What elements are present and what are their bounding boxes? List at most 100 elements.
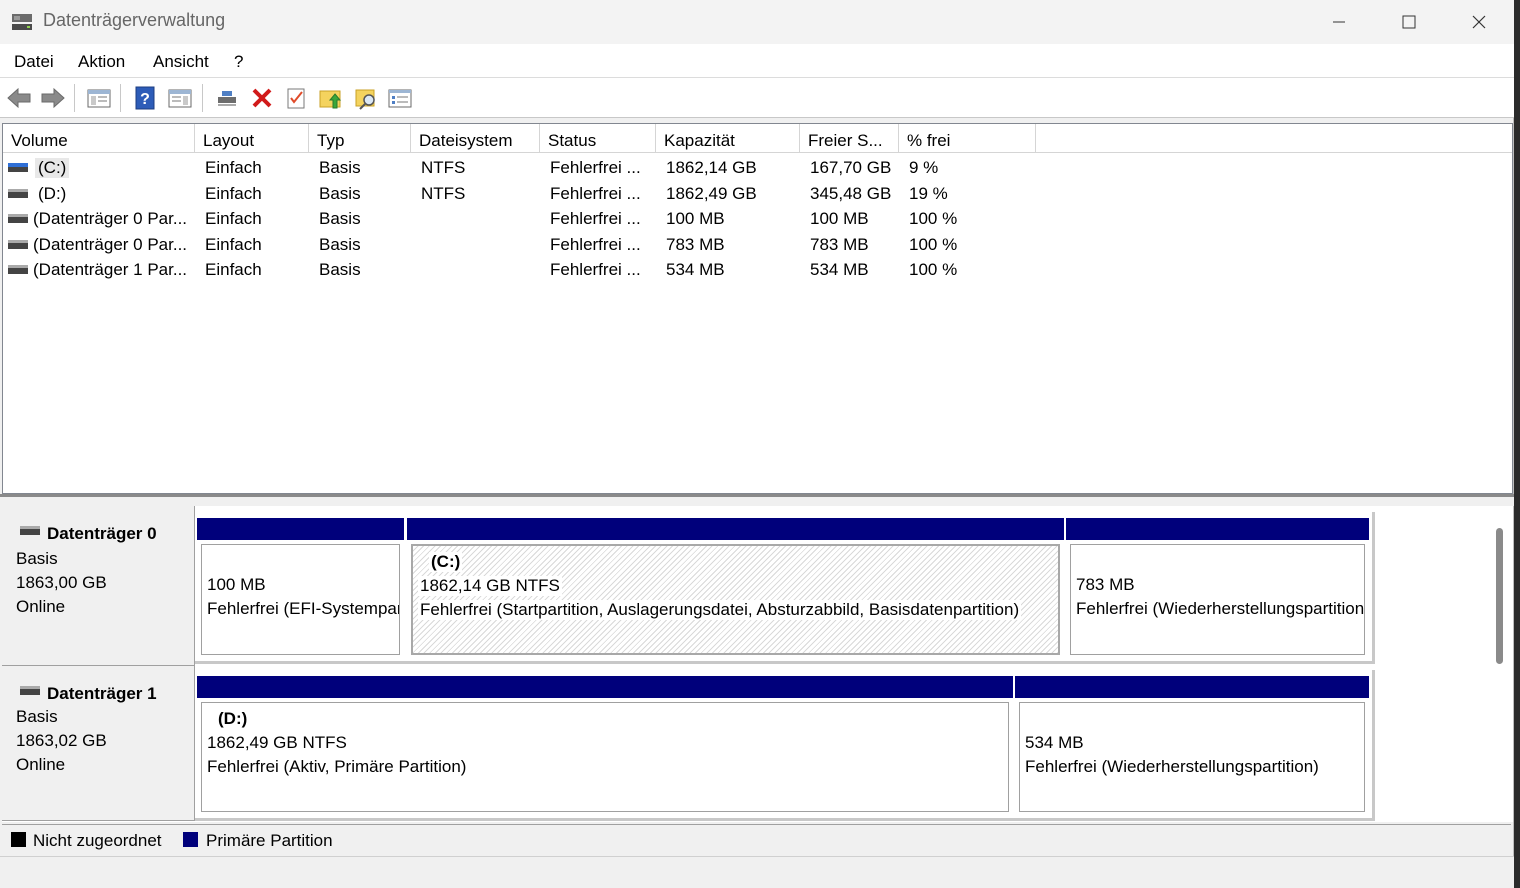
delete-button[interactable] (247, 83, 277, 113)
table-row[interactable]: (D:) Einfach Basis NTFS Fehlerfrei ... 1… (3, 181, 1512, 207)
list-view-button[interactable] (385, 83, 415, 113)
close-button[interactable] (1444, 0, 1514, 44)
cell-layout: Einfach (205, 234, 262, 254)
column-header-kapazitaet[interactable]: Kapazität (656, 124, 800, 153)
table-row[interactable]: (Datenträger 0 Par... Einfach Basis Fehl… (3, 206, 1512, 232)
partition-efi[interactable]: 100 MB Fehlerfrei (EFI-Systempartition) (197, 518, 404, 659)
minimize-button[interactable] (1304, 0, 1374, 44)
show-hide-tree-button[interactable] (84, 83, 114, 113)
table-row[interactable]: (Datenträger 0 Par... Einfach Basis Fehl… (3, 232, 1512, 258)
table-row[interactable]: (C:) Einfach Basis NTFS Fehlerfrei ... 1… (3, 155, 1512, 181)
vertical-scrollbar-thumb[interactable] (1496, 528, 1503, 664)
cell-volume: (C:) (35, 158, 70, 178)
cell-dateisystem: NTFS (421, 158, 466, 177)
partition-size: 1862,14 GB NTFS (418, 576, 562, 596)
toolbar-separator (202, 84, 203, 112)
cell-freier-speicher: 783 MB (810, 234, 869, 254)
drive-icon (8, 188, 28, 198)
svg-text:?: ? (140, 91, 150, 108)
menu-datei[interactable]: Datei (14, 52, 54, 72)
partition-size: 783 MB (1076, 575, 1135, 594)
disk-state: Online (16, 597, 66, 616)
cell-dateisystem: NTFS (421, 183, 466, 203)
partition-recovery-1[interactable]: 534 MB Fehlerfrei (Wiederherstellungspar… (1015, 676, 1369, 816)
drive-icon (8, 265, 28, 274)
show-hide-tree-icon (87, 89, 111, 108)
partition-status: Fehlerfrei (Aktiv, Primäre Partition) (207, 757, 467, 776)
cell-prozent-frei: 100 % (909, 260, 958, 279)
cell-status: Fehlerfrei ... (550, 260, 641, 279)
cell-layout: Einfach (205, 209, 262, 228)
column-header-freier-speicher[interactable]: Freier S... (800, 124, 899, 153)
checklist-icon (287, 88, 305, 109)
primary-partition-bar (197, 676, 1013, 698)
close-icon (1472, 15, 1486, 29)
disk-size: 1863,02 GB (16, 731, 107, 750)
forward-button[interactable] (38, 83, 68, 113)
cell-volume: (Datenträger 0 Par... (33, 209, 188, 228)
toolbar-separator (74, 84, 75, 112)
disk-type: Basis (16, 549, 58, 568)
cell-kapazitaet: 1862,14 GB (666, 158, 757, 177)
menu-help[interactable]: ? (234, 52, 243, 72)
partition-c[interactable]: (C:) 1862,14 GB NTFS Fehlerfrei (Startpa… (407, 518, 1064, 659)
partition-body: 100 MB Fehlerfrei (EFI-Systempartition) (201, 544, 400, 655)
column-header-volume[interactable]: Volume (3, 124, 195, 153)
help-icon: ? (135, 86, 155, 110)
primary-partition-bar (1015, 676, 1369, 698)
partition-size: 100 MB (207, 575, 266, 594)
menu-aktion[interactable]: Aktion (78, 52, 125, 72)
menu-ansicht[interactable]: Ansicht (153, 52, 209, 72)
disk-1-label[interactable]: Datenträger 1 Basis 1863,02 GB Online (2, 666, 195, 821)
disk-icon (20, 686, 40, 695)
primary-partition-bar (407, 518, 1064, 540)
connect-disk-icon (218, 91, 236, 106)
table-row[interactable]: (Datenträger 1 Par... Einfach Basis Fehl… (3, 257, 1512, 283)
connect-disk-button[interactable] (212, 83, 242, 113)
cell-status: Fehlerfrei ... (550, 209, 641, 228)
checklist-button[interactable] (281, 83, 311, 113)
cell-typ: Basis (319, 209, 361, 228)
column-header-layout[interactable]: Layout (195, 124, 309, 153)
partition-body-selected: (C:) 1862,14 GB NTFS Fehlerfrei (Startpa… (411, 544, 1060, 655)
folder-up-button[interactable] (316, 83, 346, 113)
partition-d[interactable]: (D:) 1862,49 GB NTFS Fehlerfrei (Aktiv, … (197, 676, 1013, 816)
system-drive-icon (8, 163, 28, 172)
column-header-dateisystem[interactable]: Dateisystem (411, 124, 540, 153)
cell-kapazitaet: 783 MB (666, 234, 725, 254)
column-header-status[interactable]: Status (540, 124, 656, 153)
disk-0-label[interactable]: Datenträger 0 Basis 1863,00 GB Online (2, 506, 195, 666)
column-header-typ[interactable]: Typ (309, 124, 411, 153)
cell-volume: (D:) (38, 183, 67, 203)
disk-name: Datenträger 1 (47, 684, 157, 703)
title-bar: Datenträgerverwaltung (0, 0, 1514, 44)
desktop-edge (1514, 0, 1520, 888)
folder-search-icon (355, 89, 375, 110)
drive-icon (8, 239, 28, 249)
back-button[interactable] (4, 83, 34, 113)
primary-partition-bar (197, 518, 404, 540)
column-header-prozent-frei[interactable]: % frei (899, 124, 1036, 153)
legend: Nicht zugeordnet Primäre Partition (2, 824, 1511, 854)
partition-recovery-0[interactable]: 783 MB Fehlerfrei (Wiederherstellungspar… (1066, 518, 1369, 659)
maximize-button[interactable] (1374, 0, 1444, 44)
partition-size: 534 MB (1025, 733, 1084, 752)
disk-type: Basis (16, 707, 58, 726)
help-button[interactable]: ? (130, 83, 160, 113)
cell-layout: Einfach (205, 260, 262, 279)
folder-search-button[interactable] (352, 83, 382, 113)
cell-status: Fehlerfrei ... (550, 234, 641, 254)
partition-size: 1862,49 GB NTFS (207, 733, 347, 752)
delete-icon (252, 88, 272, 108)
pane-splitter[interactable] (0, 494, 1514, 506)
properties-button[interactable] (165, 83, 195, 113)
legend-swatch-primary (183, 832, 198, 847)
cell-layout: Einfach (205, 158, 262, 177)
cell-typ: Basis (319, 234, 361, 254)
cell-prozent-frei: 19 % (909, 183, 948, 203)
partition-name: (D:) (218, 709, 248, 728)
legend-label-primary: Primäre Partition (206, 831, 333, 850)
drive-icon (8, 214, 28, 223)
partition-body: (D:) 1862,49 GB NTFS Fehlerfrei (Aktiv, … (201, 702, 1009, 812)
window-title: Datenträgerverwaltung (43, 10, 226, 30)
